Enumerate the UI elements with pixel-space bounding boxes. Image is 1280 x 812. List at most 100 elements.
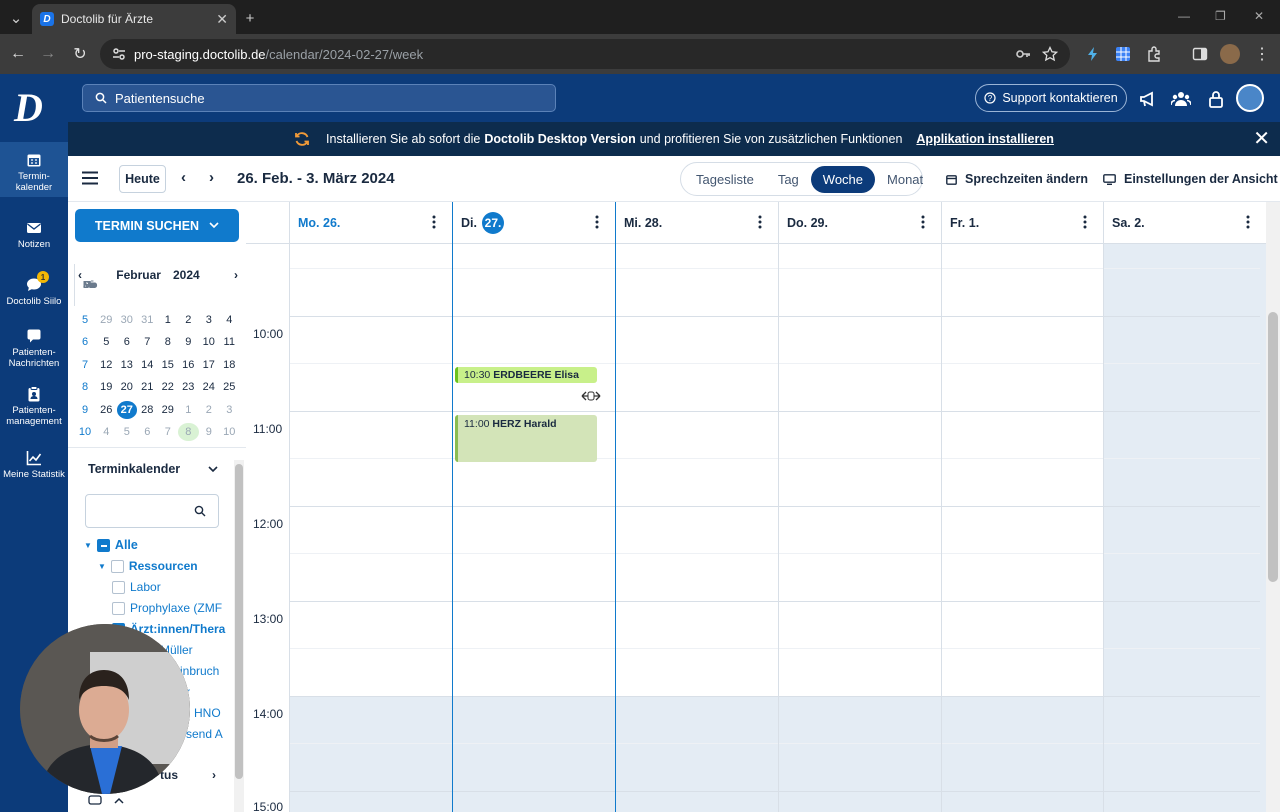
minimize-icon[interactable]: — (1178, 9, 1190, 23)
calendar-filter-input[interactable] (85, 494, 219, 528)
mini-day[interactable]: 29 (158, 404, 179, 416)
day-header-sa[interactable]: Sa. 2. (1103, 202, 1266, 244)
day-menu-icon[interactable] (432, 215, 436, 229)
week-number[interactable]: 8 (74, 381, 96, 393)
tree-item[interactable]: send A (186, 727, 223, 741)
mini-day[interactable]: 3 (219, 404, 240, 416)
today-button[interactable]: Heute (119, 165, 166, 193)
tree-prophylaxe[interactable]: Prophylaxe (ZMF (112, 601, 222, 615)
mini-day[interactable]: 30 (117, 314, 138, 326)
day-column-today[interactable] (452, 244, 453, 812)
mini-day[interactable]: 23 (178, 381, 199, 393)
banner-close-icon[interactable]: ✕ (1253, 129, 1270, 149)
nav-doctolib-siilo[interactable]: 1 Doctolib Siilo (0, 271, 68, 307)
day-header-mi[interactable]: Mi. 28. (615, 202, 778, 244)
terminkalender-section-toggle[interactable]: Terminkalender (88, 462, 218, 476)
back-icon[interactable]: ← (8, 44, 28, 64)
mini-day[interactable]: 27 (116, 400, 137, 419)
window-close-icon[interactable]: ✕ (1254, 9, 1264, 23)
reload-icon[interactable]: ↻ (70, 44, 90, 64)
view-tag[interactable]: Tag (766, 166, 811, 193)
tree-status[interactable]: tus › (160, 768, 216, 782)
mini-day[interactable]: 5 (96, 336, 117, 348)
install-app-link[interactable]: Applikation installieren (916, 132, 1054, 146)
patient-search-input[interactable]: Patientensuche (82, 84, 556, 112)
day-header-do[interactable]: Do. 29. (778, 202, 941, 244)
chat-small-icon[interactable] (88, 795, 102, 807)
hamburger-menu-icon[interactable] (82, 171, 98, 185)
sprechzeiten-button[interactable]: Sprechzeiten ändern (946, 172, 1088, 186)
view-tagesliste[interactable]: Tagesliste (684, 166, 766, 193)
week-number[interactable]: 5 (74, 314, 96, 326)
new-tab-icon[interactable]: + (240, 8, 260, 28)
mini-day[interactable]: 14 (137, 359, 158, 371)
week-number[interactable]: 10 (74, 426, 96, 438)
mini-day[interactable]: 4 (96, 426, 117, 438)
megaphone-icon[interactable] (1138, 89, 1158, 109)
day-column[interactable] (289, 244, 290, 812)
bookmark-star-icon[interactable] (1042, 46, 1058, 62)
restore-icon[interactable]: ❐ (1215, 9, 1226, 23)
mini-day[interactable]: 6 (137, 426, 158, 438)
mini-day[interactable]: 12 (96, 359, 117, 371)
extension-bolt-icon[interactable] (1085, 46, 1101, 62)
mini-day[interactable]: 11 (219, 336, 240, 348)
tree-alle[interactable]: ▼ Alle (84, 538, 138, 552)
mini-day[interactable]: 6 (117, 336, 138, 348)
tree-item[interactable]: HNO (194, 706, 221, 720)
tab-search-icon[interactable]: ⌄ (6, 8, 26, 28)
week-number[interactable]: 7 (74, 359, 96, 371)
lock-icon[interactable] (1206, 89, 1226, 109)
checkbox-ressourcen[interactable] (110, 559, 124, 573)
tab-close-icon[interactable]: ✕ (216, 11, 228, 28)
nav-patienten-management[interactable]: Patienten- management (0, 386, 68, 427)
mini-day[interactable]: 20 (117, 381, 138, 393)
mini-day[interactable]: 26 (96, 404, 117, 416)
support-button[interactable]: ? Support kontaktieren (975, 84, 1127, 112)
checkbox-alle[interactable] (96, 538, 110, 552)
day-header-fr[interactable]: Fr. 1. (941, 202, 1103, 244)
forward-icon[interactable]: → (38, 44, 58, 64)
termin-suchen-button[interactable]: TERMIN SUCHEN (75, 209, 239, 242)
checkbox-labor[interactable] (112, 580, 125, 594)
week-number[interactable]: 9 (74, 404, 96, 416)
address-bar[interactable]: pro-staging.doctolib.de/calendar/2024-02… (100, 39, 1070, 69)
view-monat[interactable]: Monat (875, 166, 935, 193)
mini-day[interactable]: 4 (219, 314, 240, 326)
profile-avatar[interactable] (1220, 44, 1240, 64)
mini-day[interactable]: 17 (199, 359, 220, 371)
nav-patienten-nachrichten[interactable]: Patienten- Nachrichten (0, 328, 68, 369)
day-column[interactable] (941, 244, 942, 812)
mini-day[interactable]: 5 (117, 426, 138, 438)
mini-day[interactable]: 1 (178, 404, 199, 416)
day-menu-icon[interactable] (1083, 215, 1087, 229)
checkbox-prophylaxe[interactable] (112, 601, 125, 615)
mini-day[interactable]: 21 (137, 381, 158, 393)
mini-day[interactable]: 16 (178, 359, 199, 371)
tree-ressourcen[interactable]: ▼ Ressourcen (98, 559, 198, 573)
user-avatar[interactable] (1236, 84, 1264, 112)
mini-day[interactable]: 28 (137, 404, 158, 416)
team-icon[interactable] (1171, 89, 1191, 109)
mini-day[interactable]: 18 (219, 359, 240, 371)
appointment[interactable]: 11:00 HERZ Harald (455, 415, 597, 462)
prev-week-icon[interactable]: ‹ (181, 169, 186, 186)
tree-labor[interactable]: Labor (112, 580, 161, 594)
day-menu-icon[interactable] (1246, 215, 1250, 229)
nav-meine-statistik[interactable]: Meine Statistik (0, 450, 68, 480)
tree-item[interactable]: inbruch (180, 664, 219, 678)
nav-terminkalender[interactable]: Termin- kalender (0, 142, 68, 197)
chevron-up-icon[interactable] (114, 797, 124, 804)
mini-day[interactable]: 24 (199, 381, 220, 393)
day-header-di[interactable]: Di. 27. (452, 202, 615, 244)
mini-day[interactable]: 2 (178, 314, 199, 326)
mini-day[interactable]: 1 (158, 314, 179, 326)
mini-day[interactable]: 7 (137, 336, 158, 348)
week-number[interactable]: 6 (74, 336, 96, 348)
mini-day[interactable]: 9 (178, 336, 199, 348)
mini-next-month-icon[interactable]: › (234, 268, 238, 282)
extensions-puzzle-icon[interactable] (1146, 46, 1162, 62)
appointment[interactable]: 10:30 ERDBEERE Elisa (455, 367, 597, 383)
mini-day[interactable]: 31 (137, 314, 158, 326)
mini-day[interactable]: 3 (199, 314, 220, 326)
